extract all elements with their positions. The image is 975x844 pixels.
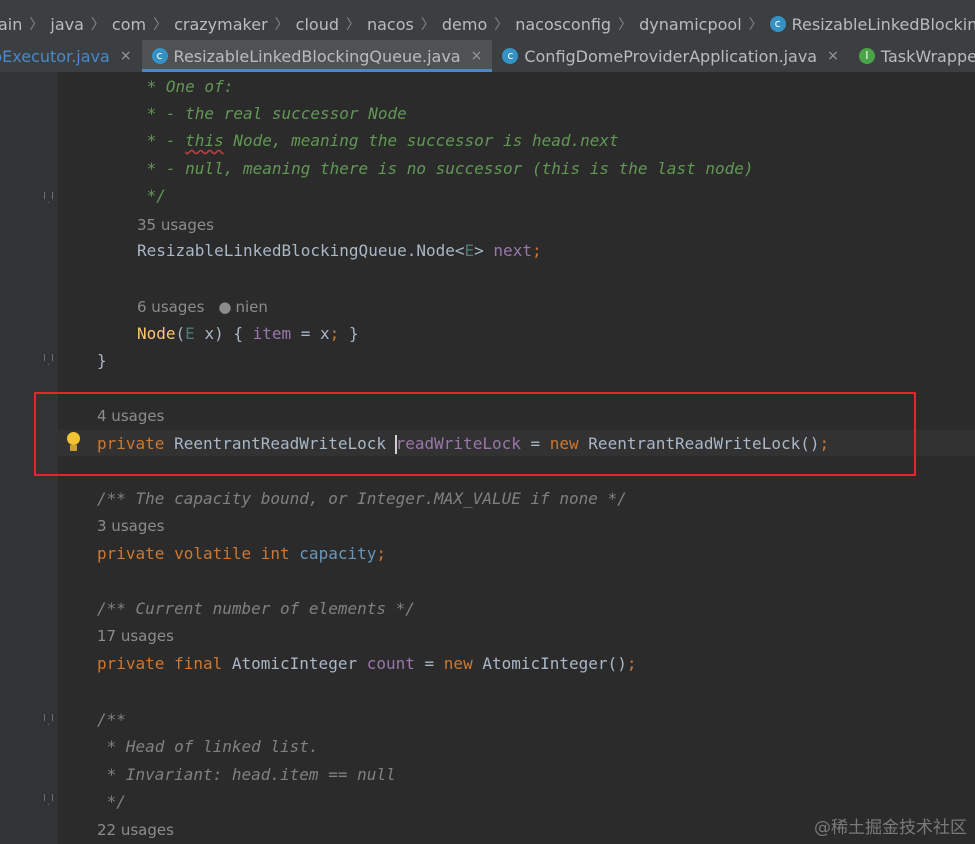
code-line: * - the real successor Node <box>137 104 407 123</box>
breadcrumb-item[interactable]: nacosconfig <box>515 15 611 34</box>
code-token: } <box>339 324 359 343</box>
author-name: nien <box>235 298 268 316</box>
tab-resizable-queue[interactable]: c ResizableLinkedBlockingQueue.java × <box>141 40 493 72</box>
code-token: AtomicInteger() <box>482 654 627 673</box>
fold-icon[interactable] <box>44 192 54 204</box>
code-line: Node(E x) { item = x; } <box>137 321 359 347</box>
code-token: > <box>474 241 494 260</box>
code-line: /** <box>97 710 126 729</box>
breadcrumb-separator: 〉 <box>494 17 509 33</box>
breadcrumb-separator: 〉 <box>748 17 763 33</box>
code-token: = x <box>291 324 330 343</box>
usages-hint[interactable]: 6 usages ● nien <box>137 296 268 318</box>
code-token: ; <box>329 324 340 343</box>
code-line: * - this Node, meaning the successor is … <box>137 128 619 154</box>
code-token: item <box>252 324 292 343</box>
tab-executor[interactable]: pExecutor.java × <box>0 40 142 72</box>
code-token: AtomicInteger <box>231 654 367 673</box>
breadcrumb-separator: 〉 <box>153 17 168 33</box>
tab-label: ConfigDomeProviderApplication.java <box>524 46 818 66</box>
breadcrumb-item[interactable]: dynamicpool <box>639 15 742 34</box>
code-line: * - null, meaning there is no successor … <box>137 159 754 178</box>
code-token: private final <box>97 654 232 673</box>
code-token: = <box>414 654 444 673</box>
tab-label: ResizableLinkedBlockingQueue.java <box>173 46 461 66</box>
code-token: ; <box>531 241 542 260</box>
code-token: next <box>580 131 619 150</box>
code-line: /** Current number of elements */ <box>97 599 415 618</box>
breadcrumb-item[interactable]: ain <box>0 15 22 34</box>
code-token: E <box>464 241 475 260</box>
editor-tabs: pExecutor.java × c ResizableLinkedBlocki… <box>0 40 975 73</box>
code-editor[interactable]: * One of: * - the real successor Node * … <box>0 72 975 844</box>
breadcrumb-item[interactable]: java <box>50 15 84 34</box>
code-token: count <box>366 654 415 673</box>
watermark: @稀土掘金技术社区 <box>814 818 967 838</box>
breadcrumb-label: ResizableLinkedBlockingQueue <box>791 14 975 34</box>
code-token: E <box>185 324 195 343</box>
code-line: ResizableLinkedBlockingQueue.Node<E> nex… <box>137 238 542 264</box>
code-token: * - <box>137 131 186 150</box>
code-token: private volatile int <box>97 544 300 563</box>
breadcrumb-separator: 〉 <box>274 17 289 33</box>
breadcrumb-item[interactable]: nacos <box>367 15 414 34</box>
code-token: ( <box>175 324 186 343</box>
breadcrumb-separator: 〉 <box>345 17 360 33</box>
breadcrumb-item[interactable]: cloud <box>296 15 339 34</box>
code-token: capacity <box>299 544 377 563</box>
usages-count: 6 usages <box>137 298 205 316</box>
breadcrumb-separator: 〉 <box>420 17 435 33</box>
code-line: } <box>97 351 107 370</box>
code-token: Node, meaning the successor is head. <box>223 131 581 150</box>
code-line: private final AtomicInteger count = new … <box>97 651 636 677</box>
breadcrumb-separator: 〉 <box>90 17 105 33</box>
usages-hint[interactable]: 17 usages <box>97 625 174 647</box>
fold-icon[interactable] <box>44 714 54 726</box>
usages-hint[interactable]: 35 usages <box>137 214 214 236</box>
code-line: private volatile int capacity; <box>97 541 386 567</box>
fold-icon[interactable] <box>44 794 54 806</box>
breadcrumb-item-class[interactable]: c ResizableLinkedBlockingQueue <box>769 14 975 34</box>
code-line: */ <box>137 186 166 205</box>
user-icon: ● <box>218 298 232 316</box>
breadcrumb-item[interactable]: crazymaker <box>174 15 268 34</box>
code-line: */ <box>97 792 126 811</box>
code-token: next <box>493 241 532 260</box>
code-line: * Head of linked list. <box>97 737 319 756</box>
close-icon[interactable]: × <box>471 48 483 64</box>
code-token: ; <box>376 544 386 563</box>
code-token: new <box>443 654 483 673</box>
class-icon: c <box>769 16 786 32</box>
annotation-highlight-box <box>34 392 916 476</box>
close-icon[interactable]: × <box>827 48 839 64</box>
tab-config-app[interactable]: c ConfigDomeProviderApplication.java × <box>492 40 849 72</box>
code-line: * Invariant: head.item == null <box>97 765 396 784</box>
code-token: ; <box>626 654 637 673</box>
breadcrumb-separator: 〉 <box>618 17 633 33</box>
tab-label: pExecutor.java <box>0 46 110 66</box>
code-token: this <box>185 131 224 150</box>
fold-icon[interactable] <box>44 354 54 366</box>
spring-class-icon: c <box>502 48 519 64</box>
code-token: ResizableLinkedBlockingQueue.Node< <box>137 241 465 260</box>
code-line: /** The capacity bound, or Integer.MAX_V… <box>97 489 627 508</box>
interface-icon: I <box>858 48 875 64</box>
class-icon: c <box>151 48 168 64</box>
breadcrumb-item[interactable]: demo <box>442 15 487 34</box>
breadcrumb-item[interactable]: com <box>112 15 146 34</box>
usages-hint[interactable]: 3 usages <box>97 515 164 537</box>
code-token: x) { <box>194 324 253 343</box>
code-token: Node <box>137 324 176 343</box>
usages-hint[interactable]: 22 usages <box>97 819 174 841</box>
tab-task-wrapper[interactable]: I TaskWrapper.java <box>849 40 975 72</box>
code-line: * One of: <box>137 77 234 96</box>
breadcrumb-separator: 〉 <box>29 17 44 33</box>
tab-label: TaskWrapper.java <box>880 46 975 66</box>
close-icon[interactable]: × <box>120 48 132 64</box>
